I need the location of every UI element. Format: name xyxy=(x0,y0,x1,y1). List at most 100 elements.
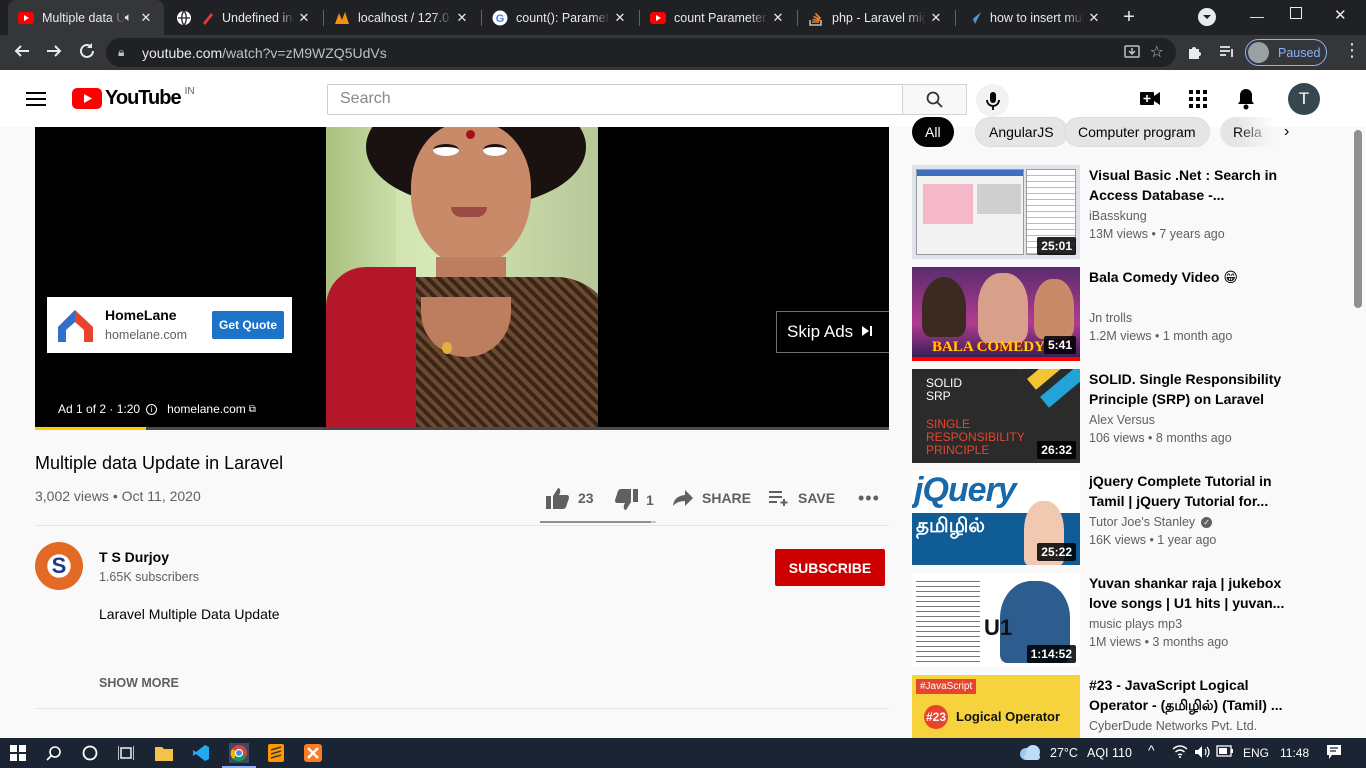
account-avatar[interactable]: T xyxy=(1288,83,1320,115)
close-tab-icon[interactable]: ✕ xyxy=(294,10,314,26)
video-thumbnail[interactable]: BALA COMEDY 5:41 xyxy=(912,267,1080,361)
chip-angularjs[interactable]: AngularJS xyxy=(975,117,1068,147)
video-thumbnail[interactable]: 25:01 xyxy=(912,165,1080,259)
lock-icon[interactable]: 🔒︎ xyxy=(118,45,142,60)
recommendation-item[interactable]: U1 1:14:52 Yuvan shankar raja | jukebox … xyxy=(912,573,1312,668)
recommendation-item[interactable]: BALA COMEDY 5:41 Bala Comedy Video 😁 Jn … xyxy=(912,267,1312,362)
clock-time[interactable]: 11:48 xyxy=(1280,746,1309,760)
ad-card[interactable]: HomeLane homelane.com Get Quote xyxy=(47,297,292,353)
tab-stackoverflow[interactable]: php - Laravel migration ✕ xyxy=(798,0,954,35)
tab-search-icon[interactable] xyxy=(1198,8,1216,26)
forward-arrow-icon[interactable] xyxy=(45,42,63,65)
voice-search-button[interactable] xyxy=(976,84,1009,117)
recommendation-channel-row[interactable]: Tutor Joe's Stanley ✓ xyxy=(1089,515,1213,529)
new-tab-plus-icon[interactable]: + xyxy=(1118,6,1140,28)
extensions-puzzle-icon[interactable] xyxy=(1186,43,1204,66)
search-input[interactable]: Search xyxy=(327,84,903,115)
subscribe-button[interactable]: SUBSCRIBE xyxy=(775,549,885,586)
restore-icon[interactable] xyxy=(1290,7,1302,19)
tab-laracasts[interactable]: how to insert multiple ✕ xyxy=(956,0,1112,35)
recommendation-title[interactable]: jQuery Complete Tutorial in Tamil | jQue… xyxy=(1089,471,1289,511)
hamburger-menu-icon[interactable] xyxy=(26,91,46,112)
like-button[interactable]: 23 xyxy=(546,487,594,509)
battery-icon[interactable] xyxy=(1216,745,1234,760)
window-close-icon[interactable]: ✕ xyxy=(1334,6,1347,24)
recommendation-title[interactable]: Yuvan shankar raja | jukebox love songs … xyxy=(1089,573,1289,613)
tab-google-count[interactable]: G count(): Parameter must be ✕ xyxy=(482,0,638,35)
save-button[interactable]: SAVE xyxy=(768,489,835,507)
channel-avatar[interactable]: S xyxy=(35,542,83,590)
volume-icon[interactable] xyxy=(1194,745,1210,762)
chrome-taskbar-icon[interactable] xyxy=(229,743,249,763)
dislike-button[interactable]: 1 xyxy=(614,489,654,511)
close-tab-icon[interactable]: ✕ xyxy=(768,10,788,26)
get-quote-button[interactable]: Get Quote xyxy=(212,311,284,339)
cortana-circle-icon[interactable] xyxy=(80,743,100,763)
recommendation-channel[interactable]: iBasskung xyxy=(1089,209,1147,223)
close-tab-icon[interactable]: ✕ xyxy=(610,10,630,26)
search-button[interactable] xyxy=(902,84,967,115)
video-thumbnail[interactable]: jQuery தமிழில் 25:22 xyxy=(912,471,1080,565)
install-app-icon[interactable] xyxy=(1124,44,1140,63)
bookmark-star-icon[interactable]: ☆ xyxy=(1150,42,1164,62)
create-video-icon[interactable] xyxy=(1140,91,1160,111)
recommendation-channel[interactable]: Alex Versus xyxy=(1089,413,1155,427)
wifi-icon[interactable] xyxy=(1172,744,1188,761)
media-queue-icon[interactable] xyxy=(1218,43,1236,66)
info-icon[interactable]: i xyxy=(146,403,158,415)
recommendation-item[interactable]: jQuery தமிழில் 25:22 jQuery Complete Tut… xyxy=(912,471,1312,566)
skip-ads-button[interactable]: Skip Ads xyxy=(776,311,889,353)
air-quality-index[interactable]: AQI 110 xyxy=(1087,746,1132,760)
show-more-button[interactable]: SHOW MORE xyxy=(99,676,179,690)
chip-related[interactable]: Rela xyxy=(1220,117,1275,147)
page-scrollbar-thumb[interactable] xyxy=(1354,130,1362,308)
close-tab-icon[interactable]: ✕ xyxy=(926,10,946,26)
video-player[interactable]: HomeLane homelane.com Get Quote Skip Ads… xyxy=(35,127,889,430)
profile-paused-button[interactable]: Paused xyxy=(1245,39,1327,66)
task-view-icon[interactable] xyxy=(116,743,136,763)
input-language[interactable]: ENG xyxy=(1243,746,1269,760)
vscode-icon[interactable] xyxy=(191,743,211,763)
xampp-icon[interactable] xyxy=(303,743,323,763)
weather-cloud-icon[interactable] xyxy=(1018,744,1042,765)
recommendation-title[interactable]: #23 - JavaScript Logical Operator - (தமி… xyxy=(1089,675,1289,715)
audio-playing-icon[interactable]: 🔈︎ xyxy=(125,10,132,25)
file-explorer-icon[interactable] xyxy=(154,743,174,763)
channel-name[interactable]: T S Durjoy xyxy=(99,549,169,565)
back-arrow-icon[interactable] xyxy=(13,42,31,65)
reload-icon[interactable] xyxy=(78,42,96,65)
close-tab-icon[interactable]: ✕ xyxy=(1084,10,1104,26)
video-thumbnail[interactable]: U1 1:14:52 xyxy=(912,573,1080,667)
search-icon[interactable] xyxy=(44,743,64,763)
minimize-icon[interactable]: — xyxy=(1250,8,1264,24)
tab-youtube-active[interactable]: Multiple data Update in Laravel 🔈︎ ✕ xyxy=(8,0,164,35)
chip-computer-program[interactable]: Computer program xyxy=(1064,117,1210,147)
recommendation-title[interactable]: Bala Comedy Video 😁 xyxy=(1089,267,1289,287)
chips-next-chevron-icon[interactable]: › xyxy=(1284,123,1289,141)
apps-grid-icon[interactable] xyxy=(1189,90,1207,113)
recommendation-item[interactable]: SOLID SRP SINGLE RESPONSIBILITY PRINCIPL… xyxy=(912,369,1312,464)
tab-phpmyadmin[interactable]: localhost / 127.0.0.1 ✕ xyxy=(324,0,480,35)
chip-all[interactable]: All xyxy=(912,117,954,147)
close-tab-icon[interactable]: ✕ xyxy=(136,10,156,26)
chrome-menu-icon[interactable]: ⋮ xyxy=(1343,41,1361,59)
video-thumbnail[interactable]: SOLID SRP SINGLE RESPONSIBILITY PRINCIPL… xyxy=(912,369,1080,463)
recommendation-item[interactable]: 25:01 Visual Basic .Net : Search in Acce… xyxy=(912,165,1312,260)
share-button[interactable]: SHARE xyxy=(672,489,751,507)
close-tab-icon[interactable]: ✕ xyxy=(452,10,472,26)
recommendation-title[interactable]: SOLID. Single Responsibility Principle (… xyxy=(1089,369,1289,409)
recommendation-title[interactable]: Visual Basic .Net : Search in Access Dat… xyxy=(1089,165,1289,205)
recommendation-channel[interactable]: CyberDude Networks Pvt. Ltd. xyxy=(1089,719,1257,733)
recommendation-channel[interactable]: music plays mp3 xyxy=(1089,617,1182,631)
address-bar[interactable]: 🔒︎ youtube.com/watch?v=zM9WZQ5UdVs ☆ xyxy=(106,38,1176,67)
sublime-text-icon[interactable] xyxy=(266,743,286,763)
show-hidden-icons-chevron-icon[interactable]: ^ xyxy=(1148,742,1155,758)
notifications-bell-icon[interactable] xyxy=(1237,88,1255,115)
tab-undefined-index[interactable]: Undefined index error ✕ xyxy=(166,0,322,35)
ad-link[interactable]: homelane.com xyxy=(167,402,246,416)
weather-temperature[interactable]: 27°C xyxy=(1050,746,1078,760)
video-thumbnail[interactable]: #JavaScript #23 Logical Operator xyxy=(912,675,1080,738)
tab-youtube-count[interactable]: count Parameter must be ✕ xyxy=(640,0,796,35)
recommendation-item[interactable]: #JavaScript #23 Logical Operator #23 - J… xyxy=(912,675,1312,738)
windows-start-icon[interactable] xyxy=(8,743,28,763)
